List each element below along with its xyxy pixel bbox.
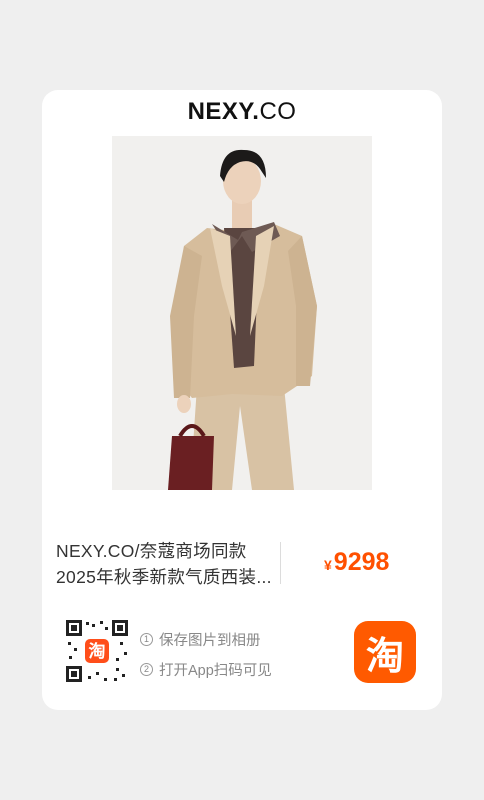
product-price: ¥9298 <box>324 548 389 577</box>
step-save-image: 1 保存图片到相册 <box>140 624 272 654</box>
divider <box>280 542 281 584</box>
qr-center-glyph: 淘 <box>89 641 106 662</box>
qr-code[interactable]: 淘 <box>64 618 130 684</box>
model-illustration <box>112 136 372 490</box>
brand-suffix: CO <box>259 98 297 125</box>
share-card: NEXY.CO NEXY.CO/奈蔻商场同款2025年秋季新款气质西装... ¥… <box>42 90 442 710</box>
share-instructions: 1 保存图片到相册 2 打开App扫码可见 <box>140 624 272 684</box>
product-title[interactable]: NEXY.CO/奈蔻商场同款2025年秋季新款气质西装... <box>56 538 278 590</box>
brand-logo: NEXY.CO <box>42 98 442 126</box>
qr-code-image: 淘 <box>64 618 130 684</box>
taobao-app-icon[interactable]: 淘 <box>354 621 416 683</box>
step-number-icon: 2 <box>140 662 153 676</box>
price-amount: 9298 <box>333 548 390 576</box>
step-label: 打开App扫码可见 <box>159 662 272 679</box>
step-number-icon: 1 <box>140 632 153 646</box>
currency-symbol: ¥ <box>324 557 332 573</box>
step-label: 保存图片到相册 <box>159 632 261 649</box>
step-open-app: 2 打开App扫码可见 <box>140 654 272 684</box>
brand-name: NEXY <box>187 98 253 125</box>
product-photo[interactable] <box>112 136 372 490</box>
